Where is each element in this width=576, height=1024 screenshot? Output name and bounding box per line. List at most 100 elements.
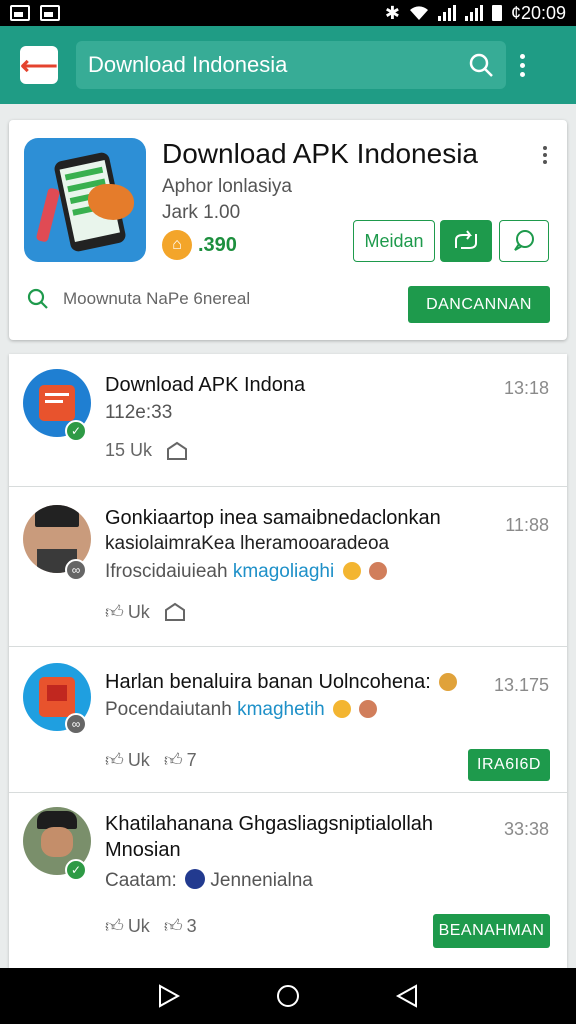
post-title: Khatilahanana Ghgasliagsniptialollah xyxy=(105,813,434,835)
signal-2-icon xyxy=(464,5,483,21)
like-count: 7 xyxy=(186,749,197,770)
post-actions: 👍︎ Uk 👍︎ 3 xyxy=(105,915,197,937)
app-icon xyxy=(24,138,146,262)
app-meta: Jark 1.00 xyxy=(162,202,241,223)
search-hint-row[interactable]: Moownuta NaPe 6nereal xyxy=(27,288,250,310)
list-item[interactable]: ✓ Download APK Indona 112e:33 13:18 15 U… xyxy=(9,354,567,487)
status-bar: ✱ ¢20:09 xyxy=(0,0,576,26)
battery-icon xyxy=(491,5,502,21)
meidan-button[interactable]: Meidan xyxy=(353,220,435,262)
signal-icon xyxy=(437,5,456,21)
download-button[interactable]: DANCANNAN xyxy=(408,286,550,323)
post-title: Gonkiaartop inea samaibnedaclonkan xyxy=(105,507,441,529)
post-actions: 👍︎ Uk 👍︎ 7 xyxy=(105,749,197,771)
like-count-button[interactable]: 👍︎ 7 xyxy=(164,749,197,771)
post-tagline: Pocendaiutanh kmaghetih xyxy=(105,699,378,721)
search-input[interactable]: Download Indonesia xyxy=(88,52,468,78)
post-feed: ✓ Download APK Indona 112e:33 13:18 15 U… xyxy=(9,354,567,968)
face-emoji-icon xyxy=(368,562,387,580)
post-time: 11:88 xyxy=(505,515,549,535)
search-hint: Moownuta NaPe 6nereal xyxy=(63,289,251,308)
like-button[interactable]: 👍︎ Uk xyxy=(105,749,150,771)
search-icon[interactable] xyxy=(468,52,494,78)
post-title-line2: Mnosian xyxy=(105,839,181,861)
list-item[interactable]: ∞ Harlan benaluira banan Uolncohena: Poc… xyxy=(9,647,567,793)
like-count-button[interactable]: 👍︎ 3 xyxy=(164,915,197,937)
like-count: 3 xyxy=(186,915,197,936)
like-label: Uk xyxy=(127,601,150,622)
share-arrow-icon xyxy=(167,441,188,460)
list-item[interactable]: ∞ Gonkiaartop inea samaibnedaclonkan kas… xyxy=(9,487,567,647)
share-button[interactable] xyxy=(164,602,186,622)
app-subtitle: Aphor lonlasiya xyxy=(162,176,292,197)
list-item[interactable]: ✓ Khatilahanana Ghgasliagsniptialollah M… xyxy=(9,793,567,968)
image-notification-icon xyxy=(10,5,30,21)
post-tagline: Ifroscidaiuieah kmagoliaghi xyxy=(105,561,387,583)
post-title: Harlan benaluira banan Uolncohena: xyxy=(105,671,458,694)
thumbs-up-icon: 👍︎ xyxy=(105,750,124,770)
chat-button[interactable] xyxy=(499,220,549,262)
tagline-prefix: Ifroscidaiuieah xyxy=(105,561,228,582)
card-menu-icon[interactable] xyxy=(543,146,547,164)
post-time: 13:18 xyxy=(503,378,549,398)
post-subtitle: 112e:33 xyxy=(105,402,173,423)
back-button[interactable]: ⟵ xyxy=(20,46,58,84)
face-emoji-icon xyxy=(359,700,378,718)
wifi-icon xyxy=(409,6,428,20)
verified-check-icon: ✓ xyxy=(65,420,87,442)
post-meta: Caatam: Jennenialna xyxy=(105,869,313,892)
bluetooth-icon: ✱ xyxy=(384,2,400,23)
like-label: Uk xyxy=(127,915,150,936)
badge-icon: ∞ xyxy=(65,559,87,581)
post-time: 33:38 xyxy=(503,819,549,839)
face-emoji-icon xyxy=(439,673,458,691)
gallery-notification-icon xyxy=(40,5,60,21)
thumbs-up-icon: 👍︎ xyxy=(163,916,183,936)
share-button[interactable] xyxy=(440,220,492,262)
clock: ¢20:09 xyxy=(510,2,566,23)
share-icon xyxy=(455,230,477,249)
verified-check-icon: ✓ xyxy=(65,859,87,881)
like-button[interactable]: 15 Uk xyxy=(105,440,152,461)
back-arrow-icon[interactable] xyxy=(394,983,420,1009)
star-emoji-icon xyxy=(333,700,352,718)
meta-prefix: Caatam: xyxy=(105,870,177,891)
search-icon xyxy=(27,288,48,309)
app-title: Download APK Indonesia xyxy=(162,138,478,169)
rating-count: ⌂ .390 xyxy=(162,230,237,260)
search-bar[interactable]: Download Indonesia xyxy=(76,41,506,89)
post-actions: 15 Uk xyxy=(105,440,188,461)
share-arrow-icon xyxy=(164,602,185,621)
share-button[interactable] xyxy=(166,441,188,461)
more-menu-icon[interactable] xyxy=(520,53,525,77)
app-header-card: Download APK Indonesia Aphor lonlasiya J… xyxy=(9,120,567,340)
tagline-prefix: Pocendaiutanh xyxy=(105,699,232,720)
action-button[interactable]: IRA6I6D xyxy=(468,749,550,781)
post-time: 13.175 xyxy=(493,675,549,695)
action-button[interactable]: BEANAHMAN xyxy=(433,914,550,948)
like-button[interactable]: 👍︎ Uk xyxy=(105,915,150,937)
user-tag-link[interactable]: kmagoliaghi xyxy=(233,561,334,582)
badge-icon: ∞ xyxy=(65,713,87,735)
star-emoji-icon xyxy=(342,562,361,580)
app-bar: ⟵ Download Indonesia xyxy=(0,26,576,104)
meta-text: Jennenialna xyxy=(210,870,313,891)
thumbs-up-icon: 👍︎ xyxy=(105,916,124,936)
arrow-left-icon: ⟵ xyxy=(20,49,58,80)
back-triangle-icon[interactable] xyxy=(156,983,182,1009)
thumbs-up-icon: 👍︎ xyxy=(163,750,183,770)
chat-bubble-icon xyxy=(514,230,534,251)
thumbs-up-icon: 👍︎ xyxy=(105,602,124,622)
system-nav-bar xyxy=(0,968,576,1024)
like-label: Uk xyxy=(127,749,150,770)
user-tag-link[interactable]: kmaghetih xyxy=(237,699,325,720)
like-button[interactable]: 👍︎ Uk xyxy=(105,601,150,623)
globe-icon xyxy=(185,869,206,889)
post-title: Download APK Indona xyxy=(105,374,306,396)
post-actions: 👍︎ Uk xyxy=(105,601,186,623)
post-line: kasiolaimraKea lheramooaradeoa xyxy=(105,533,390,554)
post-title-text: Harlan benaluira banan Uolncohena: xyxy=(105,671,431,693)
coin-icon: ⌂ xyxy=(162,230,192,260)
home-circle-icon[interactable] xyxy=(275,983,301,1009)
count-value: .390 xyxy=(198,233,237,256)
